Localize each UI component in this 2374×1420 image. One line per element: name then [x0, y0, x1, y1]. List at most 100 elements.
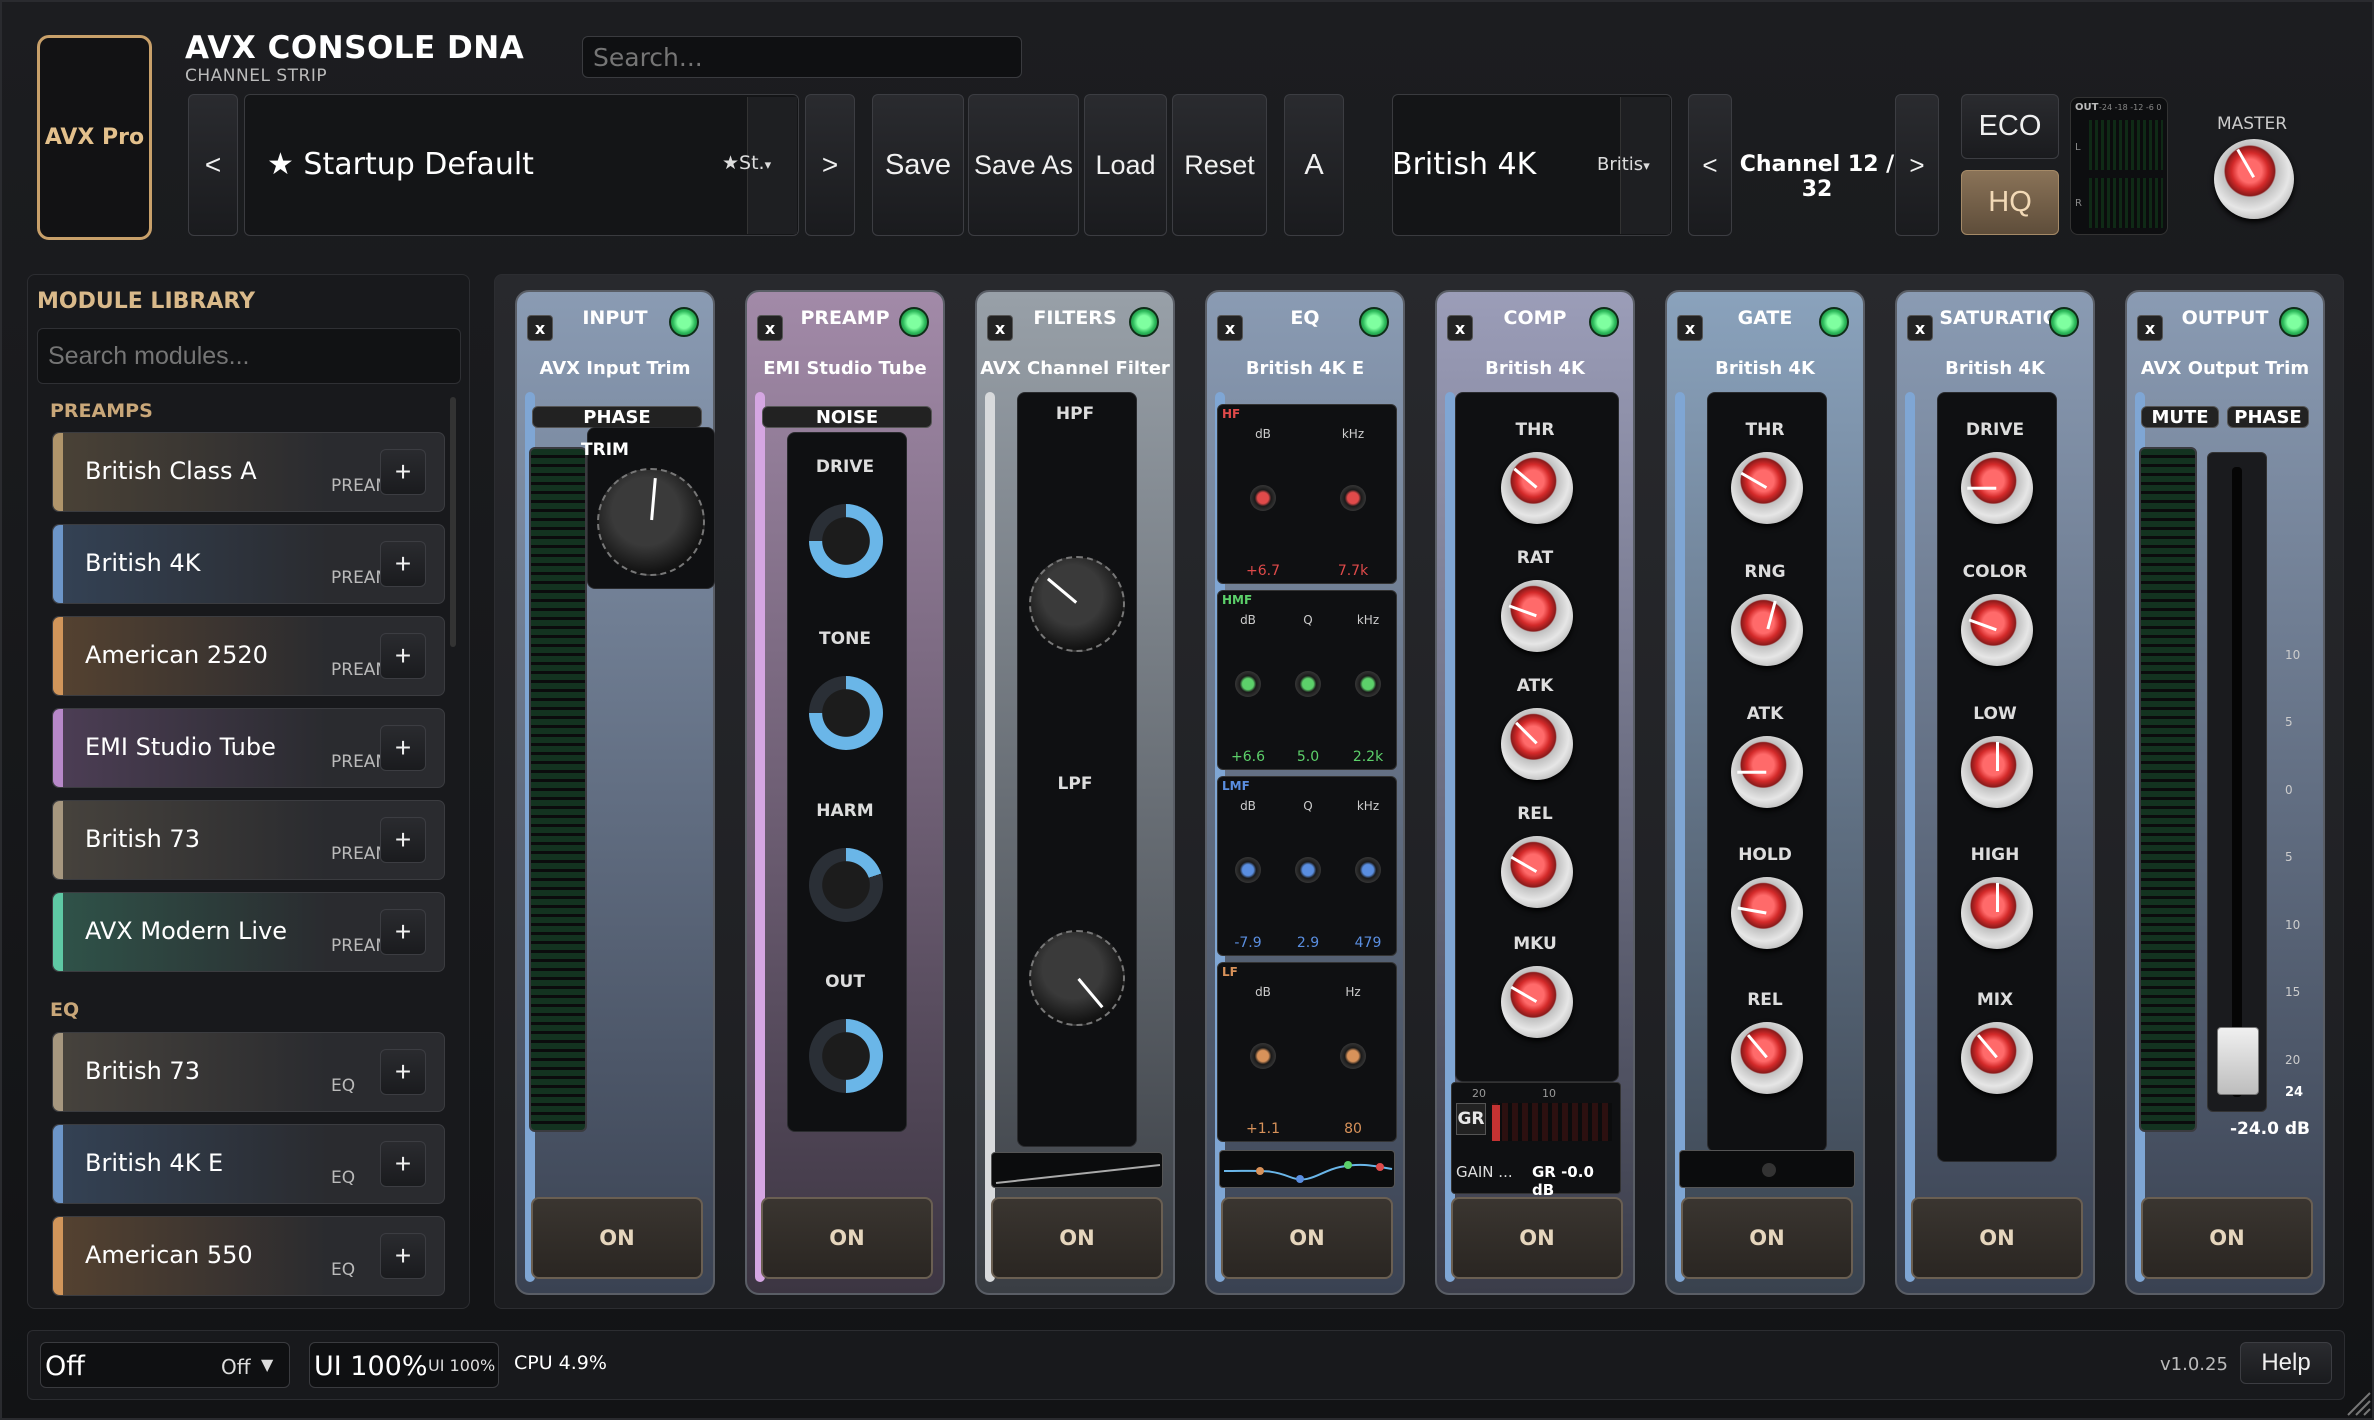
- library-item[interactable]: AVX Modern Live PREAM +: [52, 892, 445, 972]
- rel-knob[interactable]: [1731, 1022, 1803, 1094]
- module-on-button[interactable]: ON: [1911, 1197, 2083, 1279]
- hpf-knob[interactable]: [1029, 556, 1125, 652]
- add-module-button[interactable]: +: [380, 909, 426, 955]
- footer-select[interactable]: Off Off ▼: [40, 1342, 290, 1388]
- module-on-button[interactable]: ON: [1221, 1197, 1393, 1279]
- thr-knob[interactable]: [1731, 452, 1803, 524]
- power-led-icon[interactable]: [1129, 307, 1159, 337]
- mku-knob[interactable]: [1501, 966, 1573, 1038]
- power-led-icon[interactable]: [1359, 307, 1389, 337]
- ui-scale-select[interactable]: UI 100% UI 100%: [309, 1342, 499, 1388]
- search-input[interactable]: [582, 36, 1022, 78]
- power-led-icon[interactable]: [899, 307, 929, 337]
- rel-knob[interactable]: [1501, 836, 1573, 908]
- eq-param-knob[interactable]: [1355, 671, 1381, 697]
- gr-button[interactable]: GR: [1456, 1103, 1486, 1135]
- module-on-button[interactable]: ON: [531, 1197, 703, 1279]
- add-module-button[interactable]: +: [380, 1233, 426, 1279]
- add-module-button[interactable]: +: [380, 725, 426, 771]
- out-knob[interactable]: [809, 1019, 883, 1093]
- module-subtitle: EMI Studio Tube: [763, 358, 927, 379]
- library-item[interactable]: EMI Studio Tube PREAM +: [52, 708, 445, 788]
- lpf-knob[interactable]: [1029, 930, 1125, 1026]
- library-item[interactable]: British 4K PREAM +: [52, 524, 445, 604]
- phase-button[interactable]: PHASE: [2227, 406, 2309, 428]
- color-knob[interactable]: [1961, 594, 2033, 666]
- add-module-button[interactable]: +: [380, 817, 426, 863]
- thr-knob[interactable]: [1501, 452, 1573, 524]
- eq-param-knob[interactable]: [1235, 857, 1261, 883]
- library-item[interactable]: American 550 EQ +: [52, 1216, 445, 1296]
- help-button[interactable]: Help: [2240, 1342, 2332, 1384]
- library-item[interactable]: British 73 EQ +: [52, 1032, 445, 1112]
- library-item[interactable]: British 73 PREAM +: [52, 800, 445, 880]
- channel-next-button[interactable]: >: [1895, 94, 1939, 236]
- master-knob[interactable]: [2214, 139, 2294, 219]
- rat-knob[interactable]: [1501, 580, 1573, 652]
- eq-param-knob[interactable]: [1340, 485, 1366, 511]
- power-led-icon[interactable]: [669, 307, 699, 337]
- eq-param-knob[interactable]: [1250, 485, 1276, 511]
- fader-handle[interactable]: [2217, 1027, 2259, 1095]
- add-module-button[interactable]: +: [380, 633, 426, 679]
- mute-button[interactable]: MUTE: [2141, 406, 2219, 428]
- module-on-button[interactable]: ON: [2141, 1197, 2313, 1279]
- module-gate: x GATE British 4K THR RNG ATK HOLD REL ON: [1665, 290, 1865, 1295]
- reset-button[interactable]: Reset: [1172, 94, 1267, 236]
- high-label: HIGH: [1970, 845, 2020, 865]
- hold-knob[interactable]: [1731, 877, 1803, 949]
- tone-knob[interactable]: [809, 676, 883, 750]
- gr-meter-panel: 20 10 GR GAIN ... GR -0.0 dB: [1451, 1082, 1621, 1199]
- low-knob[interactable]: [1961, 736, 2033, 808]
- ab-compare-button[interactable]: A: [1284, 94, 1344, 236]
- preset-next-button[interactable]: >: [805, 94, 855, 236]
- add-module-button[interactable]: +: [380, 1141, 426, 1187]
- rng-knob[interactable]: [1731, 594, 1803, 666]
- eq-param-label: Q: [1303, 799, 1313, 813]
- library-item[interactable]: British Class A PREAM +: [52, 432, 445, 512]
- library-item[interactable]: British 4K E EQ +: [52, 1124, 445, 1204]
- eq-param-knob[interactable]: [1295, 857, 1321, 883]
- power-led-icon[interactable]: [1589, 307, 1619, 337]
- resize-grip-icon[interactable]: [2342, 1387, 2372, 1417]
- hq-button[interactable]: HQ: [1961, 170, 2059, 235]
- eq-param-knob[interactable]: [1355, 857, 1381, 883]
- trim-knob[interactable]: [597, 468, 705, 576]
- add-module-button[interactable]: +: [380, 449, 426, 495]
- logo-button[interactable]: AVX Pro: [37, 35, 152, 240]
- atk-knob[interactable]: [1501, 708, 1573, 780]
- atk-knob[interactable]: [1731, 736, 1803, 808]
- eq-param-knob[interactable]: [1235, 671, 1261, 697]
- add-module-button[interactable]: +: [380, 541, 426, 587]
- save-button[interactable]: Save: [872, 94, 964, 236]
- eq-param-knob[interactable]: [1250, 1043, 1276, 1069]
- noise-button[interactable]: NOISE: [762, 406, 932, 428]
- load-button[interactable]: Load: [1084, 94, 1167, 236]
- preset-prev-button[interactable]: <: [188, 94, 238, 236]
- power-led-icon[interactable]: [2279, 307, 2309, 337]
- module-on-button[interactable]: ON: [1681, 1197, 1853, 1279]
- module-on-button[interactable]: ON: [761, 1197, 933, 1279]
- power-led-icon[interactable]: [1819, 307, 1849, 337]
- phase-button[interactable]: PHASE: [532, 406, 702, 428]
- module-on-button[interactable]: ON: [1451, 1197, 1623, 1279]
- add-module-button[interactable]: +: [380, 1049, 426, 1095]
- eq-param-label: kHz: [1356, 613, 1380, 627]
- module-search-input[interactable]: [37, 328, 461, 384]
- mix-knob[interactable]: [1961, 1022, 2033, 1094]
- module-eq: x EQ British 4K E HF dB +6.7 kHz 7.7k HMF dB +6…: [1205, 290, 1405, 1295]
- library-item[interactable]: American 2520 PREAM +: [52, 616, 445, 696]
- harm-label: HARM: [816, 801, 874, 821]
- library-scrollbar[interactable]: [450, 397, 456, 647]
- high-knob[interactable]: [1961, 877, 2033, 949]
- channel-prev-button[interactable]: <: [1688, 94, 1732, 236]
- module-on-button[interactable]: ON: [991, 1197, 1163, 1279]
- drive-knob[interactable]: [809, 504, 883, 578]
- harm-knob[interactable]: [809, 848, 883, 922]
- eq-param-knob[interactable]: [1295, 671, 1321, 697]
- drive-knob[interactable]: [1961, 452, 2033, 524]
- eq-param-knob[interactable]: [1340, 1043, 1366, 1069]
- save-as-button[interactable]: Save As: [968, 94, 1079, 236]
- eco-button[interactable]: ECO: [1961, 94, 2059, 159]
- power-led-icon[interactable]: [2049, 307, 2079, 337]
